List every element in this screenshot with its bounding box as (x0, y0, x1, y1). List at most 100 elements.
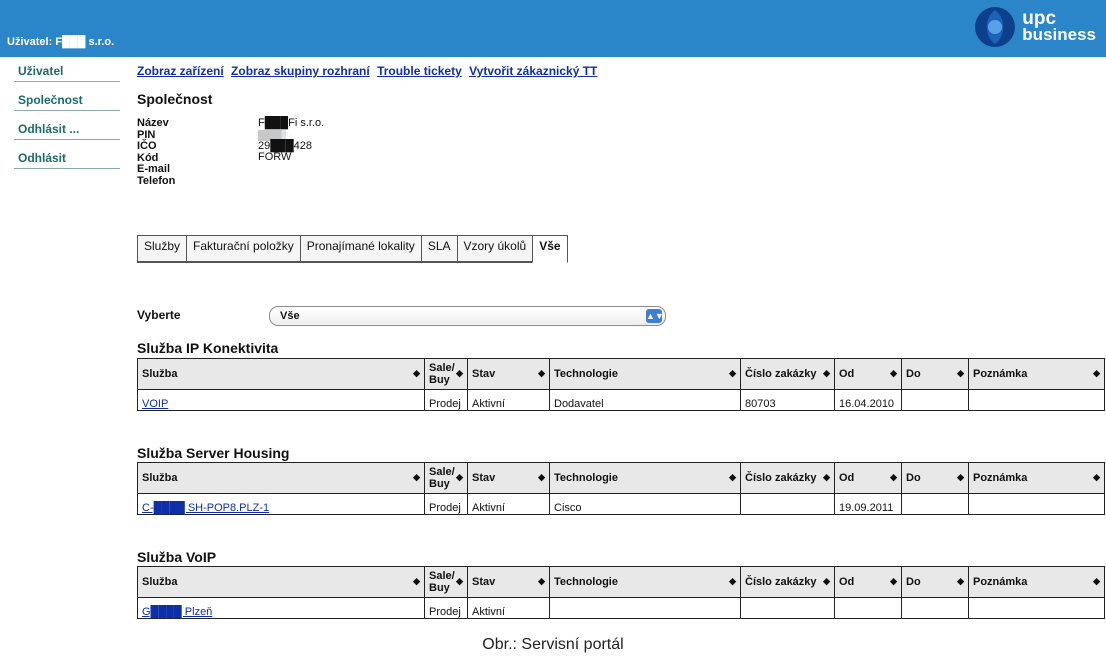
upc-business-logo: upc business (972, 2, 1096, 52)
top-nav-links: Zobraz zařízení Zobraz skupiny rozhraní … (137, 64, 601, 78)
cell-od: 19.09.2011 (834, 493, 902, 515)
col-do[interactable]: Do ◆ (901, 358, 969, 390)
label-nazev: Název (137, 117, 169, 129)
col-sale-buy[interactable]: Sale/ Buy ◆ (424, 358, 468, 390)
cell-do (901, 389, 969, 411)
select-arrows-icon: ▲▼ (646, 309, 664, 323)
col-poznamka[interactable]: Poznámka ◆ (968, 462, 1105, 494)
upc-logo-icon (975, 7, 1016, 47)
col-sluzba[interactable]: Služba ◆ (137, 358, 425, 390)
sort-icon[interactable]: ◆ (413, 576, 420, 587)
tab-fakturacni-polozky[interactable]: Fakturační položky (186, 235, 301, 263)
sort-icon[interactable]: ◆ (890, 472, 897, 483)
filter-select[interactable]: Vše ▲▼ (269, 306, 666, 326)
sort-icon[interactable]: ◆ (456, 576, 463, 587)
sort-icon[interactable]: ◆ (729, 576, 736, 587)
link-zobraz-zarizeni[interactable]: Zobraz zařízení (137, 64, 224, 78)
sort-icon[interactable]: ◆ (456, 368, 463, 379)
section-title-voip: Služba VoIP (137, 549, 217, 565)
sort-icon[interactable]: ◆ (1093, 576, 1100, 587)
sidebar-item-odhlasit-more[interactable]: Odhlásit ... (14, 120, 120, 140)
sidebar-item-odhlasit[interactable]: Odhlásit (14, 149, 120, 169)
col-stav[interactable]: Stav ◆ (467, 358, 550, 390)
current-user-label: Uživatel: F███ s.r.o. (7, 36, 115, 48)
col-stav[interactable]: Stav ◆ (467, 566, 550, 598)
col-technologie[interactable]: Technologie ◆ (549, 462, 741, 494)
sort-icon[interactable]: ◆ (890, 576, 897, 587)
cell-cislo (740, 597, 835, 619)
col-poznamka[interactable]: Poznámka ◆ (968, 358, 1105, 390)
col-technologie[interactable]: Technologie ◆ (549, 358, 741, 390)
cell-tech: Dodavatel (549, 389, 741, 411)
col-cislo-zakazky[interactable]: Číslo zakázky ◆ (740, 566, 835, 598)
cell-stav: Aktivní (467, 493, 550, 515)
label-ico: IČO (137, 140, 157, 152)
tab-bar: Služby Fakturační položky Pronajímané lo… (137, 235, 568, 263)
col-technologie[interactable]: Technologie ◆ (549, 566, 741, 598)
link-zobraz-skupiny[interactable]: Zobraz skupiny rozhraní (231, 64, 370, 78)
col-stav[interactable]: Stav ◆ (467, 462, 550, 494)
sort-icon[interactable]: ◆ (823, 368, 830, 379)
sort-icon[interactable]: ◆ (823, 576, 830, 587)
col-od[interactable]: Od ◆ (834, 566, 902, 598)
sort-icon[interactable]: ◆ (729, 472, 736, 483)
col-sluzba[interactable]: Služba ◆ (137, 566, 425, 598)
sort-icon[interactable]: ◆ (456, 472, 463, 483)
sort-icon[interactable]: ◆ (957, 472, 964, 483)
header-bar: Uživatel: F███ s.r.o. upc business (0, 0, 1106, 57)
cell-pozn (968, 597, 1105, 619)
cell-pozn (968, 389, 1105, 411)
table-server-housing: Služba ◆ Sale/ Buy ◆ Stav ◆ Technologie ◆ Čí… (137, 462, 1105, 515)
tab-pronajimane-lokality[interactable]: Pronajímané lokality (299, 235, 422, 263)
cell-od: 16.04.2010 (834, 389, 902, 411)
section-title-ip: Služba IP Konektivita (137, 340, 279, 356)
sidebar-item-spolecnost[interactable]: Společnost (14, 91, 120, 111)
sort-icon[interactable]: ◆ (538, 576, 545, 587)
cell-stav: Aktivní (467, 597, 550, 619)
sort-icon[interactable]: ◆ (538, 368, 545, 379)
sort-icon[interactable]: ◆ (413, 368, 420, 379)
label-telefon: Telefon (137, 174, 176, 187)
table-row: G████ Plzeň Prodej Aktivní (137, 597, 1105, 619)
link-vytvorit-tt[interactable]: Vytvořit zákaznický TT (469, 64, 597, 78)
figure-caption: Obr.: Servisní portál (482, 636, 624, 653)
col-sale-buy[interactable]: Sale/ Buy ◆ (424, 566, 468, 598)
cell-sale: Prodej (424, 493, 468, 515)
tab-vse[interactable]: Vše (532, 235, 568, 263)
cell-sale: Prodej (424, 389, 468, 411)
col-do[interactable]: Do ◆ (901, 462, 969, 494)
link-trouble-tickety[interactable]: Trouble tickety (377, 64, 462, 78)
sidebar-item-uzivatel[interactable]: Uživatel (14, 62, 120, 82)
sort-icon[interactable]: ◆ (538, 472, 545, 483)
col-cislo-zakazky[interactable]: Číslo zakázky ◆ (740, 462, 835, 494)
col-od[interactable]: Od ◆ (834, 358, 902, 390)
sort-icon[interactable]: ◆ (890, 368, 897, 379)
service-link[interactable]: VOIP (142, 398, 168, 410)
logo-text-business: business (1022, 25, 1096, 44)
sort-icon[interactable]: ◆ (823, 472, 830, 483)
company-info-labels: Název PIN IČO Kód E-mail Telefon (137, 117, 176, 187)
service-link[interactable]: G████ Plzeň (142, 606, 212, 618)
col-sluzba[interactable]: Služba ◆ (137, 462, 425, 494)
cell-tech: Cisco (549, 493, 741, 515)
cell-stav: Aktivní (467, 389, 550, 411)
tab-vzory-ukolu[interactable]: Vzory úkolů (456, 235, 534, 263)
tab-sla[interactable]: SLA (420, 235, 458, 263)
col-sale-buy[interactable]: Sale/ Buy ◆ (424, 462, 468, 494)
sort-icon[interactable]: ◆ (413, 472, 420, 483)
sort-icon[interactable]: ◆ (1093, 368, 1100, 379)
sort-icon[interactable]: ◆ (1093, 472, 1100, 483)
col-cislo-zakazky[interactable]: Číslo zakázky ◆ (740, 358, 835, 390)
col-poznamka[interactable]: Poznámka ◆ (968, 566, 1105, 598)
cell-do (901, 493, 969, 515)
filter-label: Vyberte (137, 308, 181, 322)
tab-sluzby[interactable]: Služby (137, 235, 188, 263)
sort-icon[interactable]: ◆ (957, 576, 964, 587)
sort-icon[interactable]: ◆ (729, 368, 736, 379)
sort-icon[interactable]: ◆ (957, 368, 964, 379)
service-link[interactable]: C-████ SH-POP8.PLZ-1 (142, 502, 269, 514)
col-do[interactable]: Do ◆ (901, 566, 969, 598)
cell-do (901, 597, 969, 619)
col-od[interactable]: Od ◆ (834, 462, 902, 494)
value-nazev: F███Fi s.r.o. (258, 117, 325, 129)
